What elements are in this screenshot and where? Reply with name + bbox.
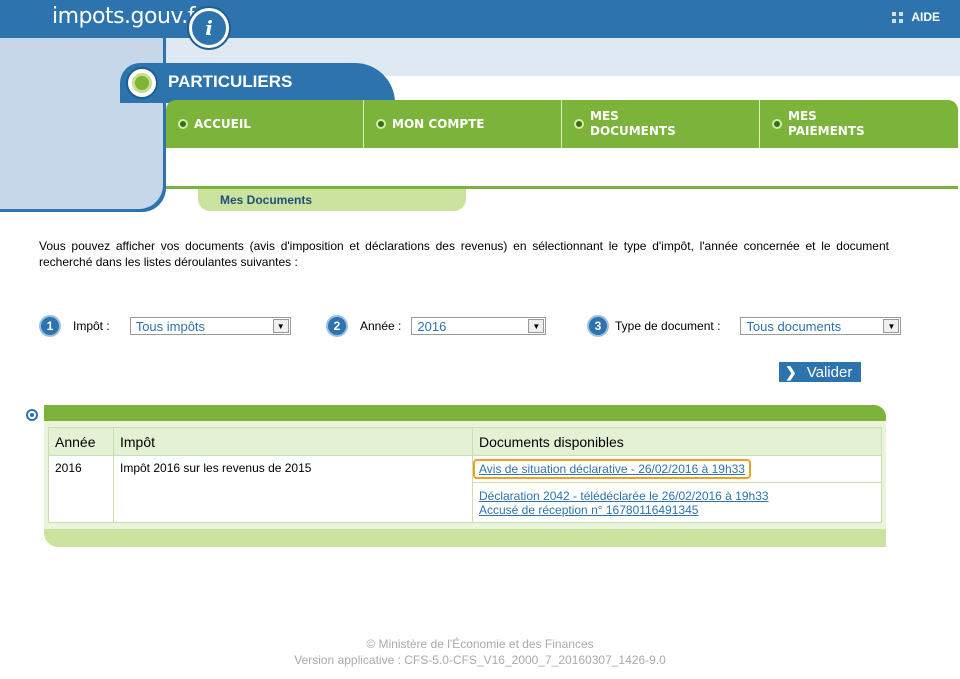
- impot-select[interactable]: Tous impôts ▼: [129, 317, 291, 335]
- dropdown-arrow-icon[interactable]: ▼: [272, 319, 289, 333]
- table-header-row: Année Impôt Documents disponibles: [48, 427, 882, 456]
- type-document-select[interactable]: Tous documents ▼: [740, 317, 902, 335]
- select-value: Tous impôts: [135, 318, 206, 334]
- chevron-right-icon: ❯: [785, 363, 797, 380]
- nav-accueil[interactable]: ACCUEIL: [166, 100, 364, 148]
- avis-situation-link[interactable]: Avis de situation déclarative - 26/02/20…: [473, 459, 751, 479]
- cell-annee: 2016: [48, 455, 114, 523]
- filter-label: Type de document :: [615, 319, 721, 333]
- accuse-reception-link[interactable]: Accusé de réception n° 16780116491345: [479, 503, 875, 517]
- aide-link[interactable]: AIDE: [892, 10, 940, 24]
- step-2-icon: 2: [326, 315, 348, 337]
- col-impot-header: Impôt: [113, 427, 473, 456]
- subtab-mes-documents[interactable]: Mes Documents: [198, 189, 466, 211]
- filter-annee: 2 Année : 2016 ▼: [326, 315, 547, 337]
- nav-bullet-icon: [772, 119, 782, 129]
- results-header-bar: [44, 405, 886, 421]
- table-row: 2016 Impôt 2016 sur les revenus de 2015 …: [48, 455, 882, 523]
- nav-label: MON COMPTE: [392, 116, 485, 131]
- filter-impot: 1 Impôt : Tous impôts ▼: [39, 315, 291, 337]
- step-3-icon: 3: [587, 315, 609, 337]
- info-logo-icon: i: [189, 8, 229, 48]
- filter-label: Année :: [360, 319, 402, 333]
- site-logo-text[interactable]: impots.gouv.fr: [52, 4, 204, 29]
- nav-bullet-icon: [376, 119, 386, 129]
- select-value: Tous documents: [746, 318, 842, 334]
- nav-mes-paiements[interactable]: MES PAIEMENTS: [760, 100, 958, 148]
- footer-copyright: © Ministère de l'Économie et des Finance…: [366, 637, 594, 651]
- nav-label: ACCUEIL: [194, 116, 251, 131]
- main-nav: ACCUEIL MON COMPTE MES DOCUMENTS MES PAI…: [166, 100, 958, 148]
- results-bullet-icon: [26, 409, 38, 421]
- nav-bullet-icon: [178, 119, 188, 129]
- footer-version: Version applicative : CFS-5.0-CFS_V16_20…: [294, 653, 666, 667]
- top-banner: impots.gouv.fr AIDE: [0, 0, 960, 38]
- col-annee-header: Année: [48, 427, 114, 456]
- particuliers-icon: [126, 67, 158, 99]
- cell-impot: Impôt 2016 sur les revenus de 2015: [113, 455, 473, 523]
- results-footer-bar: [44, 529, 886, 547]
- nav-mon-compte[interactable]: MON COMPTE: [364, 100, 562, 148]
- nav-label: MES DOCUMENTS: [590, 109, 676, 138]
- subtab-label: Mes Documents: [220, 193, 313, 207]
- documents-table: Année Impôt Documents disponibles 2016 I…: [48, 427, 882, 523]
- aide-label: AIDE: [911, 10, 940, 24]
- filter-label: Impôt :: [73, 319, 110, 333]
- declaration-2042-link[interactable]: Déclaration 2042 - télédéclarée le 26/02…: [479, 489, 875, 503]
- nav-label: MES PAIEMENTS: [788, 109, 865, 138]
- nav-bullet-icon: [574, 119, 584, 129]
- footer: © Ministère de l'Économie et des Finance…: [0, 636, 960, 668]
- valider-label: Valider: [806, 363, 853, 381]
- valider-button[interactable]: ❯ Valider: [779, 362, 861, 382]
- nav-mes-documents[interactable]: MES DOCUMENTS: [562, 100, 760, 148]
- intro-text: Vous pouvez afficher vos documents (avis…: [39, 239, 889, 269]
- dropdown-arrow-icon[interactable]: ▼: [528, 319, 545, 333]
- dropdown-arrow-icon[interactable]: ▼: [883, 319, 900, 333]
- cell-doc-declaration: Déclaration 2042 - télédéclarée le 26/02…: [472, 482, 882, 523]
- col-documents-header: Documents disponibles: [472, 427, 882, 456]
- annee-select[interactable]: 2016 ▼: [411, 317, 547, 335]
- particuliers-title: PARTICULIERS: [168, 72, 293, 91]
- step-1-icon: 1: [39, 315, 61, 337]
- filter-type: 3 Type de document : Tous documents ▼: [587, 315, 902, 337]
- help-grid-icon: [892, 11, 904, 23]
- cell-doc-avis: Avis de situation déclarative - 26/02/20…: [472, 455, 882, 483]
- select-value: 2016: [417, 318, 447, 334]
